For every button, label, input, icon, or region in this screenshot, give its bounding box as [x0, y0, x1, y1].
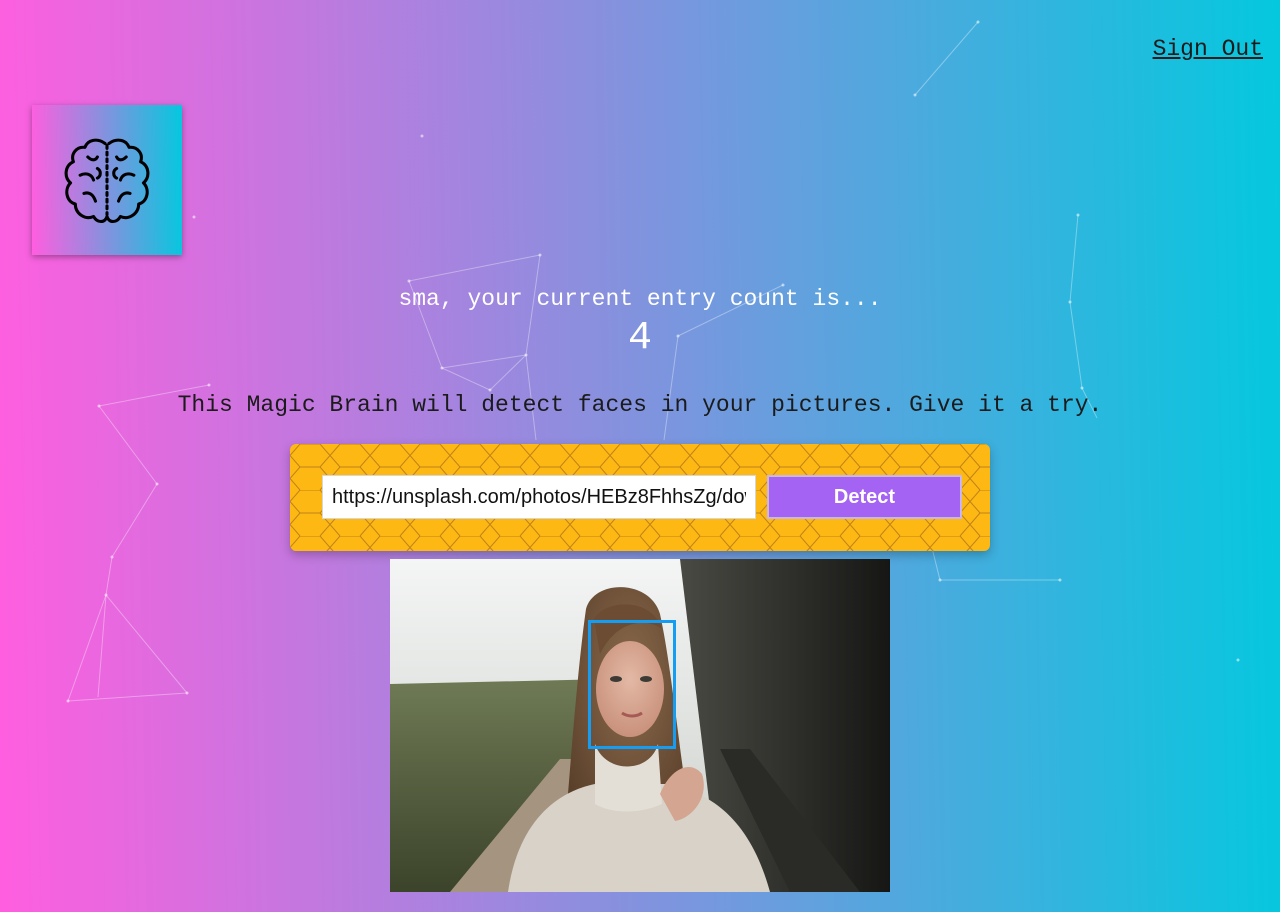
- intro-text: This Magic Brain will detect faces in yo…: [177, 392, 1103, 418]
- result-image: [390, 559, 890, 892]
- image-url-input[interactable]: [322, 475, 756, 519]
- detect-button[interactable]: Detect: [767, 475, 962, 519]
- entry-count-message: sma, your current entry count is...: [398, 286, 882, 312]
- sign-out-link[interactable]: Sign Out: [1153, 36, 1263, 62]
- brain-icon: [64, 138, 150, 224]
- face-bounding-box: [588, 620, 676, 749]
- entry-count-value: 4: [627, 316, 652, 361]
- image-link-form: Detect: [290, 444, 990, 551]
- logo-tile[interactable]: [32, 105, 182, 255]
